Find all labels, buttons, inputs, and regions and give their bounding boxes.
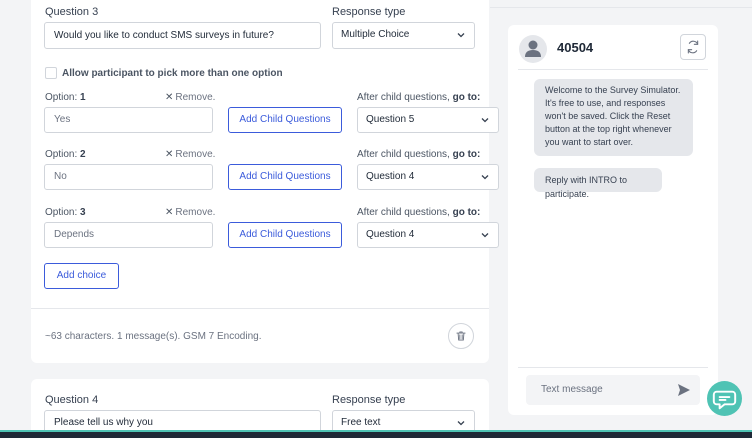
option-label: Option: 1 <box>45 92 86 103</box>
goto-label: After child questions, go to: <box>357 207 481 218</box>
add-child-questions-button[interactable]: Add Child Questions <box>228 164 342 190</box>
goto-select[interactable]: Question 5 <box>357 107 499 133</box>
send-icon[interactable] <box>676 382 692 398</box>
trash-icon <box>456 331 466 341</box>
option-input[interactable]: Depends <box>44 222 213 248</box>
add-child-questions-button[interactable]: Add Child Questions <box>228 222 342 248</box>
sms-simulator-panel: 40504 Welcome to the Survey Simulator. I… <box>508 25 718 415</box>
input-divider <box>518 367 708 368</box>
response-type-label: Response type <box>332 394 406 406</box>
option-label: Option: 3 <box>45 207 86 218</box>
question-text-input[interactable]: Would you like to conduct SMS surveys in… <box>44 22 321 49</box>
add-child-questions-button[interactable]: Add Child Questions <box>228 107 342 133</box>
add-choice-button[interactable]: Add choice <box>44 263 119 289</box>
remove-option-link[interactable]: ✕ Remove. <box>165 207 215 218</box>
message-bubble: Reply with INTRO to participate. <box>534 168 662 199</box>
x-icon: ✕ <box>165 207 174 218</box>
goto-select[interactable]: Question 4 <box>357 164 499 190</box>
taskbar-accent <box>0 430 752 432</box>
response-type-select[interactable]: Multiple Choice <box>332 22 475 49</box>
option-input[interactable]: Yes <box>44 107 213 133</box>
response-type-value: Multiple Choice <box>341 29 410 40</box>
goto-label: After child questions, go to: <box>357 92 481 103</box>
question-label: Question 3 <box>45 6 99 18</box>
chat-support-button[interactable] <box>707 381 742 416</box>
remove-option-link[interactable]: ✕ Remove. <box>165 149 215 160</box>
chevron-down-icon <box>457 33 465 38</box>
option-input[interactable]: No <box>44 164 213 190</box>
question-3-card: Question 3 Response type Would you like … <box>31 0 499 363</box>
response-type-label: Response type <box>332 6 406 18</box>
goto-select[interactable]: Question 4 <box>357 222 499 248</box>
delete-question-button[interactable] <box>448 323 474 349</box>
goto-label: After child questions, go to: <box>357 149 481 160</box>
remove-option-link[interactable]: ✕ Remove. <box>165 92 215 103</box>
refresh-icon <box>687 40 699 54</box>
text-message-input[interactable]: Text message <box>526 375 700 405</box>
question-label: Question 4 <box>45 394 99 406</box>
chevron-down-icon <box>481 233 489 238</box>
footer-divider <box>31 308 489 309</box>
chevron-down-icon <box>457 421 465 426</box>
header-divider <box>518 69 708 70</box>
reset-button[interactable] <box>680 34 706 60</box>
option-label: Option: 2 <box>45 149 86 160</box>
chevron-down-icon <box>481 118 489 123</box>
text-message-placeholder: Text message <box>541 384 603 395</box>
top-divider <box>490 7 752 8</box>
multi-option-label: Allow participant to pick more than one … <box>62 68 283 79</box>
multi-option-checkbox[interactable] <box>45 67 57 79</box>
char-count-info: ~63 characters. 1 message(s). GSM 7 Enco… <box>45 331 262 342</box>
user-icon <box>525 40 541 57</box>
x-icon: ✕ <box>165 149 174 160</box>
message-bubble: Welcome to the Survey Simulator. It's fr… <box>534 79 693 156</box>
simulator-number: 40504 <box>557 40 594 55</box>
chat-bubble-icon <box>712 390 737 410</box>
x-icon: ✕ <box>165 92 174 103</box>
avatar <box>519 35 547 63</box>
chevron-down-icon <box>481 175 489 180</box>
